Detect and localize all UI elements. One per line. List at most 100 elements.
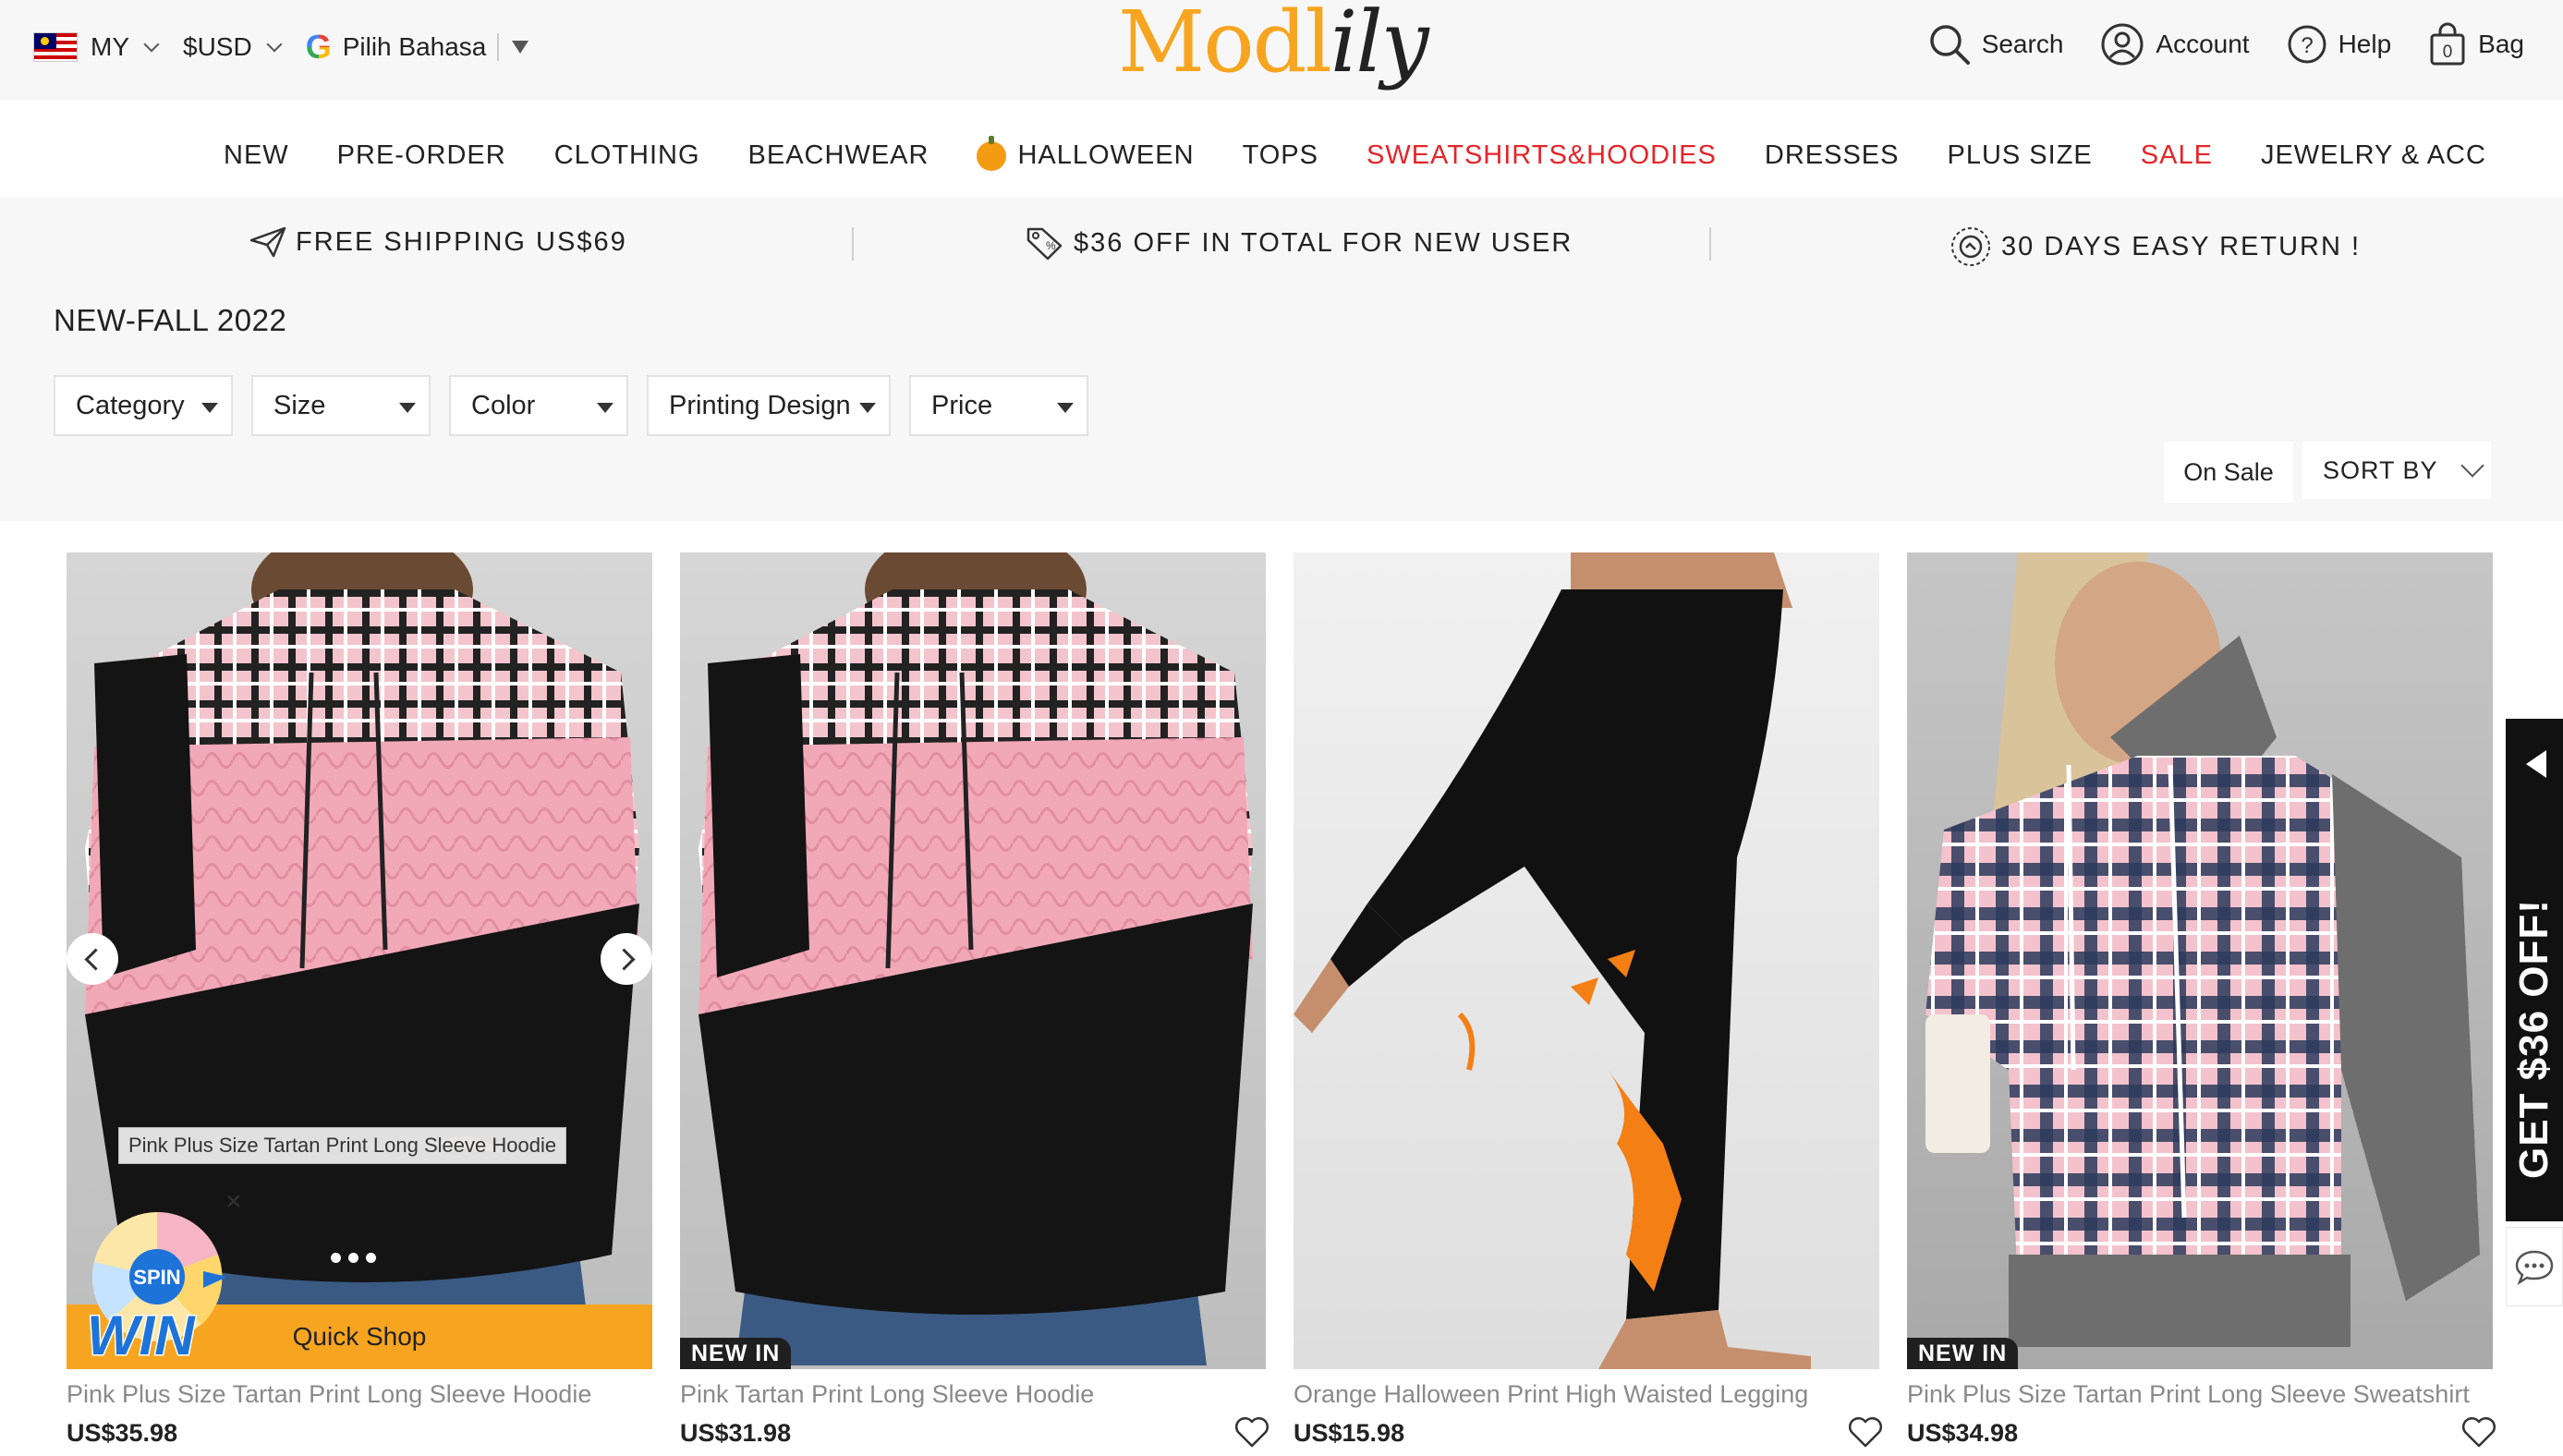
sort-by-label: SORT BY <box>2323 455 2438 484</box>
filter-category-label: Category <box>76 390 185 420</box>
nav-item-pre-order[interactable]: PRE-ORDER <box>337 140 506 171</box>
nav-item-jewelry-acc[interactable]: JEWELRY & ACC <box>2261 140 2486 171</box>
coupon-tag-icon: % <box>1026 227 1063 261</box>
nav-item-new[interactable]: NEW <box>224 140 289 171</box>
nav-item-beachwear[interactable]: BEACHWEAR <box>748 140 929 171</box>
site-logo[interactable]: Modlily <box>1118 0 1429 85</box>
search-label: Search <box>1981 30 2064 58</box>
caret-down-icon <box>859 403 876 413</box>
product-price: US$15.98 <box>1294 1419 1405 1447</box>
filter-size-label: Size <box>273 390 326 420</box>
win-label: WIN <box>87 1304 196 1364</box>
airplane-icon <box>249 226 286 258</box>
product-title[interactable]: Orange Halloween Print High Waisted Legg… <box>1294 1380 1808 1409</box>
divider <box>852 227 854 261</box>
nav-item-tops[interactable]: TOPS <box>1243 140 1318 171</box>
filter-category[interactable]: Category <box>54 375 233 436</box>
coupon-side-tab-label: GET $36 OFF! <box>2511 899 2557 1179</box>
carousel-prev-button[interactable] <box>67 933 118 985</box>
spin-win-widget[interactable]: SPIN WIN <box>81 1207 238 1368</box>
product-tooltip: Pink Plus Size Tartan Print Long Sleeve … <box>118 1127 567 1164</box>
caret-down-icon[interactable] <box>512 41 529 54</box>
filter-printing-design-label: Printing Design <box>669 390 851 420</box>
nav-item-sale[interactable]: SALE <box>2141 140 2213 171</box>
product-card[interactable]: NEW IN Pink Tartan Print Long Sleeve Hoo… <box>680 552 1269 1456</box>
easy-return-text: 30 DAYS EASY RETURN ! <box>2001 231 2362 261</box>
nav-item-dresses[interactable]: DRESSES <box>1765 140 1900 171</box>
product-title[interactable]: Pink Plus Size Tartan Print Long Sleeve … <box>1907 1380 2470 1409</box>
malaysia-flag-icon <box>33 32 78 62</box>
product-image[interactable]: NEW IN <box>1907 552 2493 1369</box>
on-sale-toggle[interactable]: On Sale <box>2164 442 2293 503</box>
nav-item-sweatshirts-hoodies[interactable]: SWEATSHIRTS&HOODIES <box>1367 140 1717 171</box>
caret-down-icon <box>1057 403 1074 413</box>
free-shipping-promo[interactable]: FREE SHIPPING US$69 <box>249 225 627 259</box>
google-translate-icon: G <box>305 28 332 66</box>
nav-item-clothing[interactable]: CLOTHING <box>554 140 700 171</box>
promo-strip: FREE SHIPPING US$69 % $36 OFF IN TOTAL F… <box>0 198 2563 294</box>
product-price: US$31.98 <box>680 1419 792 1447</box>
product-image[interactable] <box>1294 552 1879 1369</box>
product-image[interactable]: Pink Plus Size Tartan Print Long Sleeve … <box>67 552 652 1369</box>
product-title[interactable]: Pink Tartan Print Long Sleeve Hoodie <box>680 1380 1094 1409</box>
product-card[interactable]: Orange Halloween Print High Waisted Legg… <box>1294 552 1882 1456</box>
carousel-next-button[interactable] <box>601 933 652 985</box>
language-selector[interactable]: Pilih Bahasa <box>343 32 487 62</box>
product-price: US$35.98 <box>67 1419 178 1447</box>
product-title[interactable]: Pink Plus Size Tartan Print Long Sleeve … <box>67 1380 591 1409</box>
caret-down-icon <box>399 403 416 413</box>
free-shipping-text: FREE SHIPPING US$69 <box>296 226 627 257</box>
carousel-dots[interactable] <box>331 1253 376 1263</box>
help-button[interactable]: ? Help <box>2287 24 2391 65</box>
locale-controls: MY $USD G Pilih Bahasa <box>33 24 529 70</box>
easy-return-promo[interactable]: 30 DAYS EASY RETURN ! <box>1950 225 2361 268</box>
chevron-down-icon <box>266 36 283 53</box>
product-price: US$34.98 <box>1907 1419 2019 1447</box>
wishlist-heart-icon[interactable] <box>1848 1417 1883 1449</box>
new-in-badge: NEW IN <box>1907 1338 2019 1369</box>
sweatshirt-illustration <box>1925 552 2480 1347</box>
new-user-promo[interactable]: % $36 OFF IN TOTAL FOR NEW USER <box>1026 225 1573 261</box>
main-nav: NEW PRE-ORDER CLOTHING BEACHWEAR HALLOWE… <box>0 100 2563 198</box>
chevron-down-icon <box>2460 454 2484 478</box>
search-icon <box>1929 25 1970 65</box>
hoodie-illustration <box>698 552 1253 1365</box>
filter-color[interactable]: Color <box>449 375 628 436</box>
nav-item-plus-size[interactable]: PLUS SIZE <box>1947 140 2092 171</box>
filter-printing-design[interactable]: Printing Design <box>647 375 891 436</box>
page-title: NEW-FALL 2022 <box>54 303 287 337</box>
region-selector[interactable]: MY <box>91 32 129 62</box>
filter-color-label: Color <box>471 390 536 420</box>
bag-button[interactable]: 0 Bag <box>2428 22 2524 67</box>
nav-item-halloween-label: HALLOWEEN <box>1017 140 1195 170</box>
bag-label: Bag <box>2478 30 2524 58</box>
coupon-side-tab[interactable]: GET $36 OFF! <box>2506 719 2563 1221</box>
chat-button[interactable] <box>2506 1227 2563 1306</box>
chevron-down-icon <box>143 36 160 53</box>
filter-size[interactable]: Size <box>251 375 431 436</box>
caret-down-icon <box>201 403 218 413</box>
shopping-bag-icon: 0 <box>2430 22 2465 66</box>
expand-arrow-icon <box>2526 750 2546 778</box>
wishlist-heart-icon[interactable] <box>2461 1417 2496 1449</box>
sort-by-dropdown[interactable]: SORT BY <box>2302 442 2491 499</box>
filter-price-label: Price <box>931 390 993 420</box>
product-card[interactable]: NEW IN Pink Plus Size Tartan Print Long … <box>1907 552 2496 1456</box>
filter-price[interactable]: Price <box>909 375 1088 436</box>
search-button[interactable]: Search <box>1928 23 2064 66</box>
divider <box>497 33 500 61</box>
new-user-text: $36 OFF IN TOTAL FOR NEW USER <box>1074 227 1573 258</box>
top-bar: MY $USD G Pilih Bahasa Modlily Search Ac… <box>0 0 2563 100</box>
account-button[interactable]: Account <box>2100 22 2250 67</box>
product-image[interactable]: NEW IN <box>680 552 1266 1369</box>
svg-text:?: ? <box>2301 33 2313 58</box>
product-card[interactable]: Pink Plus Size Tartan Print Long Sleeve … <box>67 552 652 1456</box>
spin-label: SPIN <box>133 1266 180 1289</box>
nav-item-halloween[interactable]: HALLOWEEN <box>977 135 1195 171</box>
currency-selector[interactable]: $USD <box>183 32 252 62</box>
new-in-badge: NEW IN <box>680 1338 792 1369</box>
caret-down-icon <box>597 403 613 413</box>
wishlist-heart-icon[interactable] <box>1234 1417 1269 1449</box>
help-icon: ? <box>2288 25 2326 64</box>
pumpkin-icon <box>977 135 1007 171</box>
